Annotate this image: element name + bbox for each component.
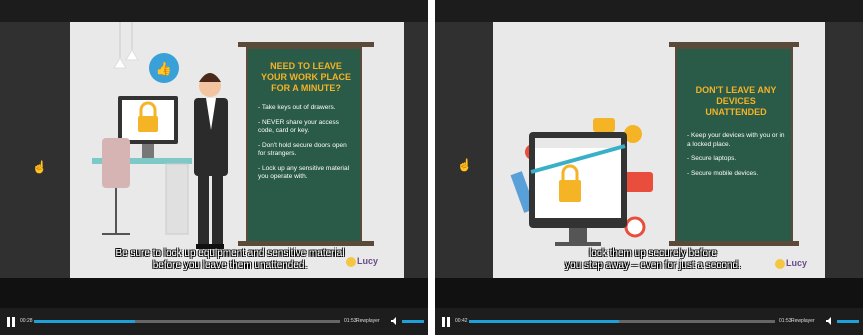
bullet-item: - Keep your devices with you or in a loc… [687,132,785,148]
caption-line: lock them up securely before [589,248,717,259]
svg-text:👍: 👍 [156,61,172,77]
bullet-item: - Lock up any sensitive material you ope… [258,164,350,181]
player-lower-area [435,278,863,308]
current-time: 00:28 [20,318,33,324]
player-controls: 00:28 01:53 Rewplayer [0,308,428,335]
board-title: NEED TO LEAVE YOUR WORK PLACE FOR A MINU… [261,61,351,93]
video-side-panel-left [0,22,70,278]
progress-fill [469,320,619,323]
player-controls: 00:42 01:53 Rewplayer [435,308,863,335]
progress-fill [34,320,135,323]
board-bottom-rod [669,241,799,246]
pause-button[interactable] [6,317,16,327]
pause-button[interactable] [441,317,451,327]
total-time: 01:53 [779,318,792,324]
bullet-list: - Take keys out of drawers. - NEVER shar… [258,104,354,182]
info-board: NEED TO LEAVE YOUR WORK PLACE FOR A MINU… [246,47,362,243]
volume-slider[interactable] [402,320,424,323]
video-side-panel-left [435,22,493,278]
player-top-bar [0,0,428,22]
subtitle-caption: lock them up securely before you step aw… [533,248,773,272]
hand-cursor-icon: ☝ [457,158,472,172]
rewind-label[interactable]: Rewplayer [356,318,380,324]
lucy-face-icon [346,256,356,267]
volume-slider[interactable] [837,320,859,323]
bullet-item: - Don't hold secure doors open for stran… [258,141,347,158]
bullet-item: - NEVER share your access code, card or … [258,118,339,135]
video-player-right[interactable]: ☝ DON'T LEAVE ANY DEVICES UNATTENDED - K… [435,0,863,335]
caption-line: before you leave them unattended. [152,260,308,271]
rewind-label[interactable]: Rewplayer [791,318,815,324]
lucy-logo: Lucy [775,258,807,269]
bullet-list: - Keep your devices with you or in a loc… [687,132,785,178]
subtitle-caption: Be sure to lock up equipment and sensiti… [80,248,380,272]
video-frame[interactable]: 👍 NEED TO LEAVE YOUR WORK PLACE FOR A MI… [70,22,404,278]
total-time: 01:53 [344,318,357,324]
bullet-item: - Take keys out of drawers. [258,104,336,111]
progress-bar[interactable] [469,320,775,323]
current-time: 00:42 [455,318,468,324]
lucy-face-icon [775,258,785,269]
caption-line: you step away – even for just a second. [565,260,741,271]
bullet-item: - Secure laptops. [687,155,737,162]
info-board: DON'T LEAVE ANY DEVICES UNATTENDED - Kee… [675,47,793,243]
video-side-panel-right [825,22,863,278]
bullet-item: - Secure mobile devices. [687,169,759,177]
player-lower-area [0,278,428,308]
video-frame[interactable]: DON'T LEAVE ANY DEVICES UNATTENDED - Kee… [493,22,825,278]
volume-icon[interactable] [825,316,835,326]
player-top-bar [435,0,863,22]
video-player-left[interactable]: ☝ 👍 NEED TO LEAVE YOUR WORK PLACE FOR A … [0,0,428,335]
video-side-panel-right [404,22,428,278]
board-title: DON'T LEAVE ANY DEVICES UNATTENDED [695,85,777,117]
hand-cursor-icon: ☝ [32,160,47,174]
lucy-logo: Lucy [346,256,378,267]
progress-bar[interactable] [34,320,340,323]
caption-line: Be sure to lock up equipment and sensiti… [115,248,345,259]
volume-icon[interactable] [390,316,400,326]
board-bottom-rod [238,241,374,246]
